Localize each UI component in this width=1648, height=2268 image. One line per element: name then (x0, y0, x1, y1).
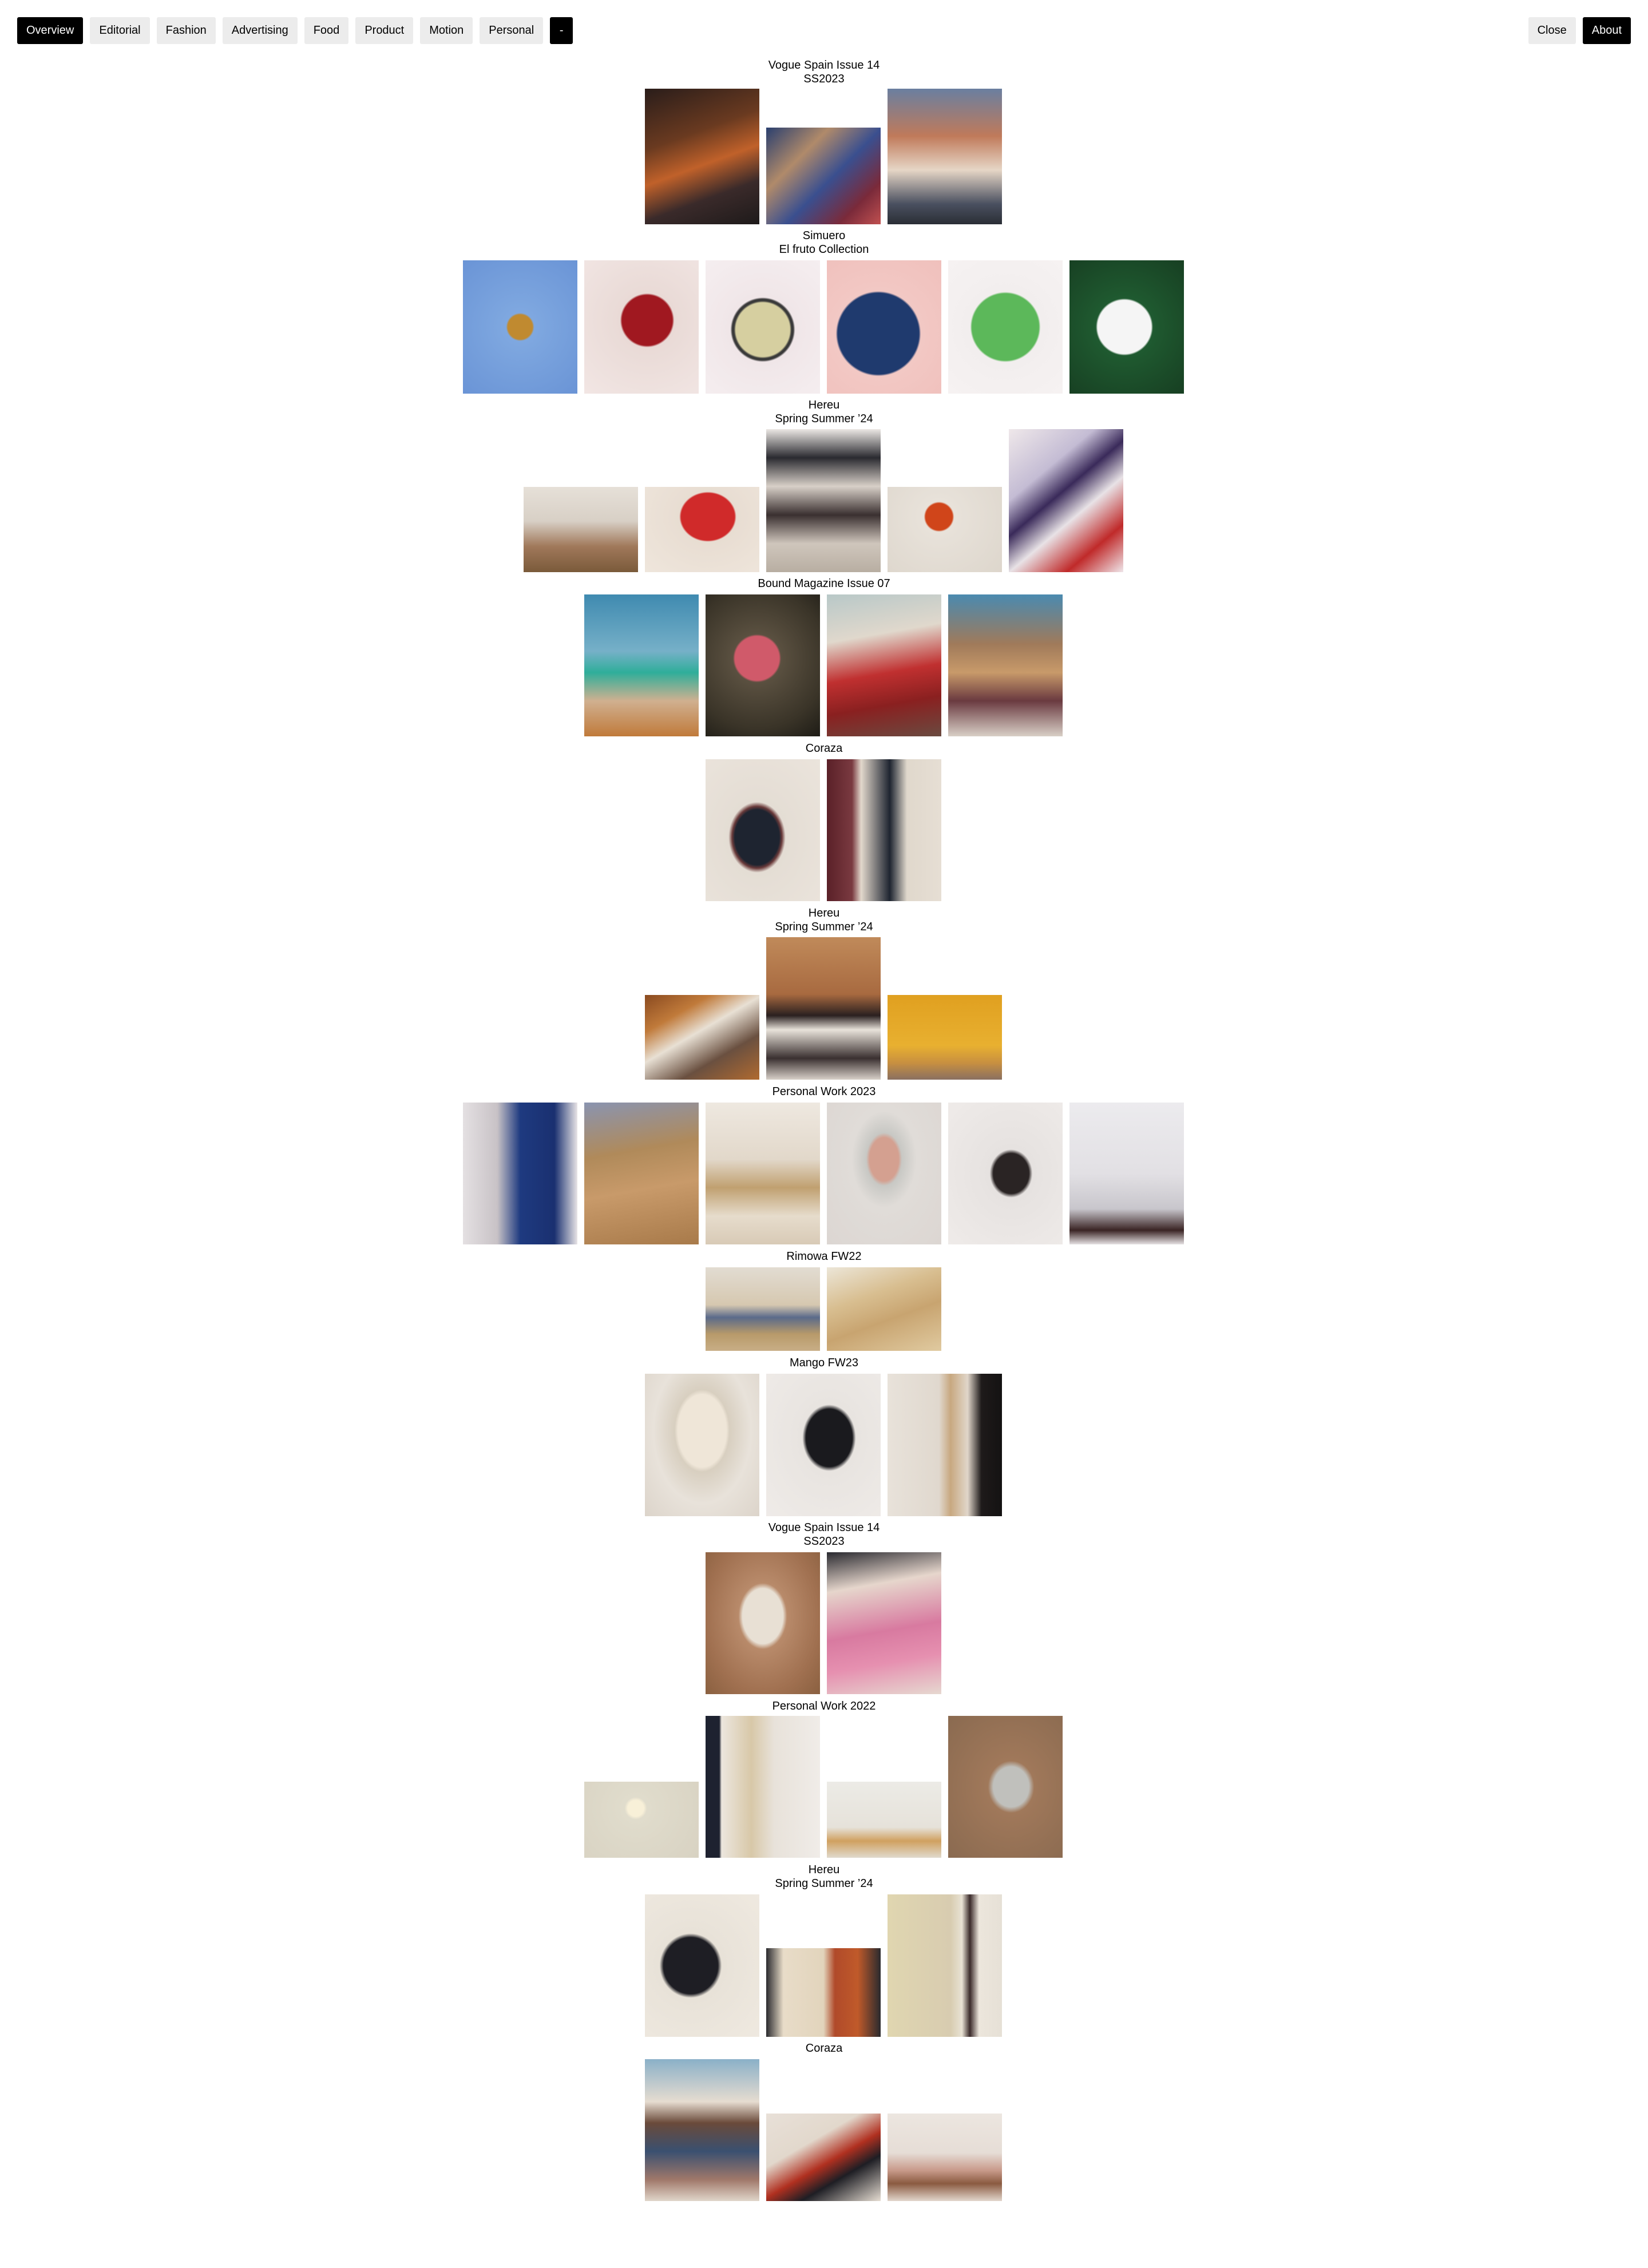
project-image[interactable] (888, 487, 1002, 572)
project-image[interactable] (948, 260, 1063, 394)
project-subtitle: SS2023 (803, 73, 845, 85)
project-image[interactable] (645, 995, 759, 1080)
project-image[interactable] (766, 128, 881, 224)
project-title: Simuero (802, 229, 846, 242)
project-image[interactable] (584, 1103, 699, 1244)
project-subtitle: SS2023 (803, 1535, 845, 1548)
project-title: Hereu (808, 399, 840, 411)
project-image[interactable] (766, 1948, 881, 2037)
project-image[interactable] (706, 1716, 820, 1858)
project-image[interactable] (766, 2114, 881, 2201)
project-caption[interactable]: Rimowa FW22 (0, 1250, 1648, 1263)
project-image[interactable] (888, 1374, 1002, 1516)
project-title: Vogue Spain Issue 14 (768, 1521, 880, 1534)
nav-food[interactable]: Food (304, 17, 349, 44)
project-image[interactable] (584, 594, 699, 736)
project-image[interactable] (827, 594, 941, 736)
project-image[interactable] (706, 260, 820, 394)
project-subtitle: Spring Summer ’24 (775, 413, 873, 425)
project-image[interactable] (827, 1782, 941, 1858)
project-caption[interactable]: Hereu Spring Summer ’24 (0, 1863, 1648, 1890)
project-caption[interactable]: Vogue Spain Issue 14 SS2023 (0, 1521, 1648, 1548)
project-image[interactable] (827, 260, 941, 394)
nav-personal[interactable]: Personal (480, 17, 544, 44)
project-image[interactable] (706, 1103, 820, 1244)
project-image[interactable] (827, 759, 941, 901)
project-image[interactable] (888, 2114, 1002, 2201)
project-image[interactable] (463, 260, 577, 394)
project-image[interactable] (706, 594, 820, 736)
category-nav: Overview Editorial Fashion Advertising F… (17, 17, 573, 44)
project-image[interactable] (827, 1552, 941, 1694)
project-image[interactable] (645, 2059, 759, 2201)
project-image[interactable] (584, 260, 699, 394)
project-image[interactable] (706, 1267, 820, 1351)
project-caption[interactable]: Coraza (0, 742, 1648, 755)
project-image[interactable] (948, 1716, 1063, 1858)
project-image[interactable] (766, 1374, 881, 1516)
project-subtitle: Spring Summer ’24 (775, 1877, 873, 1890)
project-image[interactable] (1069, 260, 1184, 394)
project-image[interactable] (888, 1894, 1002, 2037)
nav-motion[interactable]: Motion (420, 17, 473, 44)
project-title: Vogue Spain Issue 14 (768, 59, 880, 72)
project-title: Coraza (805, 2042, 843, 2055)
project-caption[interactable]: Hereu Spring Summer ’24 (0, 398, 1648, 426)
project-image[interactable] (706, 759, 820, 901)
project-subtitle: El fruto Collection (779, 243, 869, 256)
project-image[interactable] (645, 1894, 759, 2037)
project-image[interactable] (1009, 429, 1123, 572)
nav-product[interactable]: Product (355, 17, 414, 44)
project-title: Mango FW23 (789, 1357, 859, 1369)
project-caption[interactable]: Personal Work 2023 (0, 1085, 1648, 1099)
project-title: Bound Magazine Issue 07 (758, 577, 890, 590)
nav-fashion[interactable]: Fashion (156, 17, 216, 44)
project-image[interactable] (888, 995, 1002, 1080)
project-caption[interactable]: Simuero El fruto Collection (0, 229, 1648, 256)
project-caption[interactable]: Vogue Spain Issue 14 SS2023 (0, 58, 1648, 86)
about-button[interactable]: About (1582, 17, 1631, 44)
project-image[interactable] (888, 89, 1002, 224)
project-image[interactable] (948, 1103, 1063, 1244)
project-image[interactable] (706, 1552, 820, 1694)
nav-advertising[interactable]: Advertising (222, 17, 298, 44)
project-image[interactable] (645, 1374, 759, 1516)
nav-editorial[interactable]: Editorial (90, 17, 150, 44)
nav-overview[interactable]: Overview (17, 17, 84, 44)
project-title: Personal Work 2022 (772, 1700, 876, 1712)
project-caption[interactable]: Personal Work 2022 (0, 1699, 1648, 1713)
project-caption[interactable]: Mango FW23 (0, 1356, 1648, 1370)
project-image[interactable] (463, 1103, 577, 1244)
project-image[interactable] (1069, 1103, 1184, 1244)
project-title: Personal Work 2023 (772, 1085, 876, 1098)
project-image[interactable] (766, 429, 881, 572)
project-caption[interactable]: Coraza (0, 2041, 1648, 2055)
project-title: Hereu (808, 1863, 840, 1876)
project-image[interactable] (645, 487, 759, 572)
project-title: Coraza (805, 742, 843, 755)
site-nav: Close About (1528, 17, 1631, 44)
project-image[interactable] (584, 1782, 699, 1858)
project-caption[interactable]: Bound Magazine Issue 07 (0, 577, 1648, 590)
project-caption[interactable]: Hereu Spring Summer ’24 (0, 906, 1648, 934)
view-toggle-button[interactable]: - (550, 17, 573, 44)
project-image[interactable] (524, 487, 638, 572)
close-button[interactable]: Close (1528, 17, 1576, 44)
project-subtitle: Spring Summer ’24 (775, 921, 873, 933)
project-image[interactable] (766, 937, 881, 1080)
project-image[interactable] (948, 594, 1063, 736)
project-image[interactable] (827, 1267, 941, 1351)
project-title: Hereu (808, 907, 840, 919)
project-title: Rimowa FW22 (786, 1250, 862, 1263)
project-image[interactable] (645, 89, 759, 224)
project-image[interactable] (827, 1103, 941, 1244)
